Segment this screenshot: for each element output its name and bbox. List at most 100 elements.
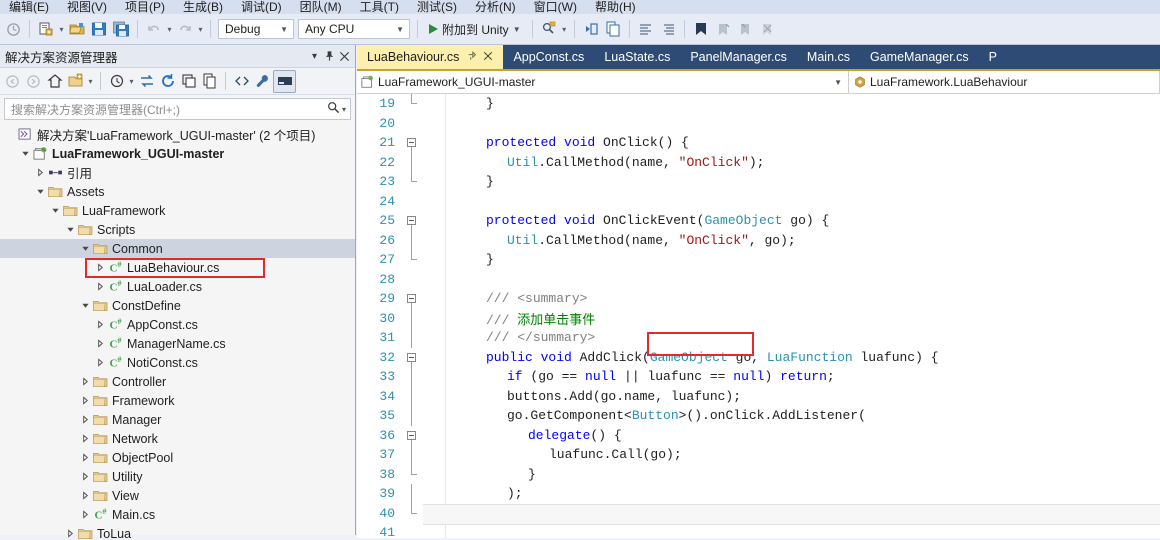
- fold-gutter[interactable]: [401, 367, 423, 387]
- fold-gutter[interactable]: [401, 426, 423, 446]
- tree-item[interactable]: Manager: [0, 410, 355, 429]
- menu-item-2[interactable]: 项目(P): [116, 1, 174, 14]
- code-line[interactable]: 31/// </summary>: [357, 328, 1160, 348]
- code-line[interactable]: 36delegate() {: [357, 426, 1160, 446]
- code-line[interactable]: 19}: [357, 94, 1160, 114]
- menu-item-3[interactable]: 生成(B): [174, 1, 232, 14]
- chevron-down-icon[interactable]: [49, 206, 62, 215]
- tree-item[interactable]: Controller: [0, 372, 355, 391]
- refresh-icon[interactable]: [157, 71, 178, 92]
- tree-item[interactable]: C#ManagerName.cs: [0, 334, 355, 353]
- fold-gutter[interactable]: [401, 445, 423, 465]
- tree-item[interactable]: ConstDefine: [0, 296, 355, 315]
- code-line[interactable]: 27}: [357, 250, 1160, 270]
- code-line[interactable]: 23}: [357, 172, 1160, 192]
- code-line[interactable]: 34buttons.Add(go.name, luafunc);: [357, 387, 1160, 407]
- chevron-right-icon[interactable]: [94, 320, 107, 329]
- solution-tree[interactable]: 解决方案'LuaFramework_UGUI-master' (2 个项目)Lu…: [0, 122, 355, 540]
- tree-item[interactable]: Utility: [0, 467, 355, 486]
- code-line[interactable]: 30/// 添加单击事件: [357, 309, 1160, 329]
- tree-item[interactable]: Framework: [0, 391, 355, 410]
- fold-gutter[interactable]: [401, 94, 423, 114]
- bookmark-icon[interactable]: [690, 18, 712, 40]
- editor-tab[interactable]: PanelManager.cs: [680, 45, 797, 69]
- code-line[interactable]: 26Util.CallMethod(name, "OnClick", go);: [357, 231, 1160, 251]
- code-lines[interactable]: 19}2021protected void OnClick() {22Util.…: [357, 94, 1160, 538]
- redo-arrow-icon[interactable]: [174, 18, 196, 40]
- menu-item-9[interactable]: 窗口(W): [525, 1, 586, 14]
- menu-item-6[interactable]: 工具(T): [351, 1, 408, 14]
- fold-gutter[interactable]: [401, 484, 423, 504]
- code-line[interactable]: 24: [357, 192, 1160, 212]
- chevron-down-icon[interactable]: ▾: [307, 48, 322, 64]
- switch-views-caret-icon[interactable]: ▾: [86, 71, 95, 91]
- chevron-down-icon[interactable]: [79, 244, 92, 253]
- open-folder-icon[interactable]: [66, 18, 88, 40]
- new-project-icon[interactable]: [35, 18, 57, 40]
- preview-selected-items-icon[interactable]: [273, 70, 296, 93]
- undo-icon[interactable]: [2, 18, 24, 40]
- new-project-caret-icon[interactable]: ▾: [57, 19, 66, 39]
- save-icon[interactable]: [88, 18, 110, 40]
- home-icon[interactable]: [44, 71, 65, 92]
- menu-item-7[interactable]: 测试(S): [408, 1, 466, 14]
- step-into-icon[interactable]: [580, 18, 602, 40]
- collapse-all-icon[interactable]: [178, 71, 199, 92]
- fold-gutter[interactable]: [401, 153, 423, 173]
- clear-bookmark-icon[interactable]: [756, 18, 778, 40]
- chevron-right-icon[interactable]: [79, 472, 92, 481]
- tree-item[interactable]: 解决方案'LuaFramework_UGUI-master' (2 个项目): [0, 125, 355, 144]
- fold-gutter[interactable]: [401, 523, 423, 538]
- chevron-right-icon[interactable]: [94, 282, 107, 291]
- uncomment-icon[interactable]: [657, 18, 679, 40]
- copy-icon[interactable]: [602, 18, 624, 40]
- code-line[interactable]: 33if (go == null || luafunc == null) ret…: [357, 367, 1160, 387]
- tree-item[interactable]: ObjectPool: [0, 448, 355, 467]
- prev-bookmark-icon[interactable]: [712, 18, 734, 40]
- fold-gutter[interactable]: [401, 133, 423, 153]
- code-line[interactable]: 32public void AddClick(GameObject go, Lu…: [357, 348, 1160, 368]
- code-text-area[interactable]: 19}2021protected void OnClick() {22Util.…: [357, 94, 1160, 538]
- fold-gutter[interactable]: [401, 348, 423, 368]
- type-scope-combo[interactable]: LuaFramework.LuaBehaviour: [849, 71, 1160, 93]
- menu-item-5[interactable]: 团队(M): [291, 1, 351, 14]
- save-all-icon[interactable]: [110, 18, 132, 40]
- fold-gutter[interactable]: [401, 289, 423, 309]
- chevron-right-icon[interactable]: [94, 358, 107, 367]
- chevron-right-icon[interactable]: [34, 168, 47, 177]
- editor-tab[interactable]: GameManager.cs: [860, 45, 979, 69]
- tree-item[interactable]: Assets: [0, 182, 355, 201]
- menu-item-10[interactable]: 帮助(H): [586, 1, 645, 14]
- editor-tab[interactable]: P: [979, 45, 1007, 69]
- tree-item[interactable]: View: [0, 486, 355, 505]
- fold-gutter[interactable]: [401, 387, 423, 407]
- magnifier-icon[interactable]: [327, 101, 340, 117]
- tree-item[interactable]: LuaFramework: [0, 201, 355, 220]
- fold-gutter[interactable]: [401, 504, 423, 524]
- fold-gutter[interactable]: [401, 270, 423, 290]
- chevron-down-icon[interactable]: [64, 225, 77, 234]
- tree-item[interactable]: Network: [0, 429, 355, 448]
- show-all-files-icon[interactable]: [199, 71, 220, 92]
- fold-gutter[interactable]: [401, 328, 423, 348]
- code-line[interactable]: 28: [357, 270, 1160, 290]
- chevron-down-icon[interactable]: [79, 301, 92, 310]
- fold-gutter[interactable]: [401, 192, 423, 212]
- tree-item[interactable]: LuaFramework_UGUI-master: [0, 144, 355, 163]
- tree-item[interactable]: C#AppConst.cs: [0, 315, 355, 334]
- forward-icon[interactable]: [23, 71, 44, 92]
- undo-caret-icon[interactable]: ▾: [165, 19, 174, 39]
- code-line[interactable]: 41: [357, 523, 1160, 538]
- chevron-down-icon[interactable]: [34, 187, 47, 196]
- chevron-right-icon[interactable]: [79, 434, 92, 443]
- chevron-right-icon[interactable]: [79, 415, 92, 424]
- tree-item[interactable]: Common: [0, 239, 355, 258]
- tree-item[interactable]: 引用: [0, 163, 355, 182]
- menu-item-0[interactable]: 编辑(E): [0, 1, 58, 14]
- chevron-right-icon[interactable]: [79, 453, 92, 462]
- editor-tab[interactable]: AppConst.cs: [503, 45, 594, 69]
- chevron-right-icon[interactable]: [64, 529, 77, 538]
- fold-gutter[interactable]: [401, 114, 423, 134]
- redo-caret-icon[interactable]: ▾: [196, 19, 205, 39]
- tree-item[interactable]: ToLua: [0, 524, 355, 540]
